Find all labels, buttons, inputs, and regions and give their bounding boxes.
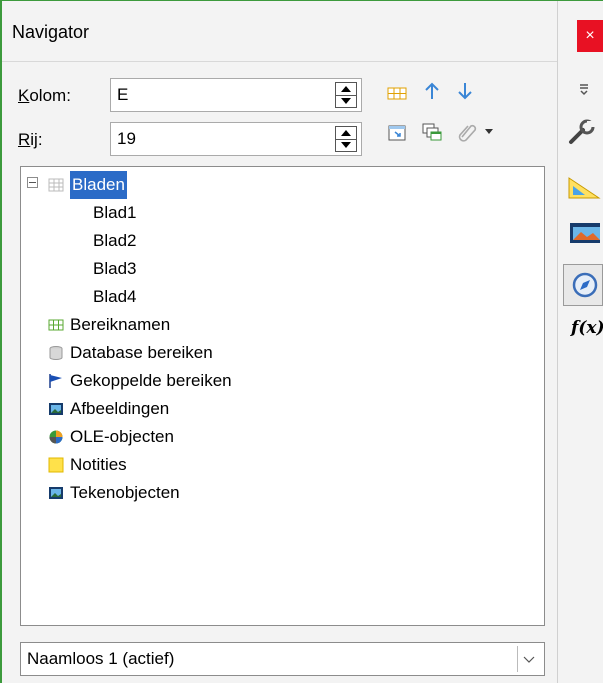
column-value[interactable]: E [117,85,128,105]
drag-mode-dropdown-icon[interactable] [485,129,493,134]
database-icon [49,346,63,360]
arrow-up-icon[interactable] [421,80,443,102]
title-divider [2,61,557,62]
sheets-icon [48,178,64,192]
close-button[interactable]: × [577,20,603,52]
note-icon [48,457,64,473]
range-names-icon [48,319,64,331]
drag-mode-link-icon[interactable] [456,121,478,143]
arrow-down-icon[interactable] [454,80,476,102]
row-spin-buttons[interactable] [335,126,357,152]
functions-icon[interactable]: f(x) [571,318,603,338]
image-icon [49,403,63,415]
row-decrement-button[interactable] [336,139,356,151]
column-spinbox[interactable]: E [110,78,362,112]
document-select-value[interactable]: Naamloos 1 (actief) [27,649,174,669]
navigator-panel: Navigator Kolom: E Rij: 19 Bladen Blad1 … [2,1,557,683]
scenarios-icon[interactable] [421,121,443,143]
column-label: Kolom: [18,86,71,105]
collapse-icon[interactable] [27,177,38,188]
drawing-object-icon [49,487,63,499]
navigator-icon[interactable] [568,270,602,300]
navigator-tree[interactable]: Bladen Blad1 Blad2 Blad3 Blad4 Bereiknam… [20,166,545,626]
gallery-icon[interactable] [567,218,601,248]
document-select[interactable]: Naamloos 1 (actief) [20,642,545,676]
flag-icon [49,374,62,388]
properties-icon[interactable] [567,118,601,148]
ole-object-icon [49,430,63,444]
data-range-icon[interactable] [386,82,408,104]
row-spinbox[interactable]: 19 [110,122,362,156]
tree-node-sheets-label[interactable]: Bladen [70,171,127,199]
content-view-icon[interactable] [386,122,408,144]
column-decrement-button[interactable] [336,95,356,107]
panel-title: Navigator [12,22,90,42]
row-value[interactable]: 19 [117,129,136,149]
column-spin-buttons[interactable] [335,82,357,108]
row-label: Rij: [18,130,43,149]
sidebar-menu-icon[interactable] [567,74,601,104]
chevron-down-icon[interactable] [517,646,540,672]
styles-icon[interactable] [567,172,601,202]
